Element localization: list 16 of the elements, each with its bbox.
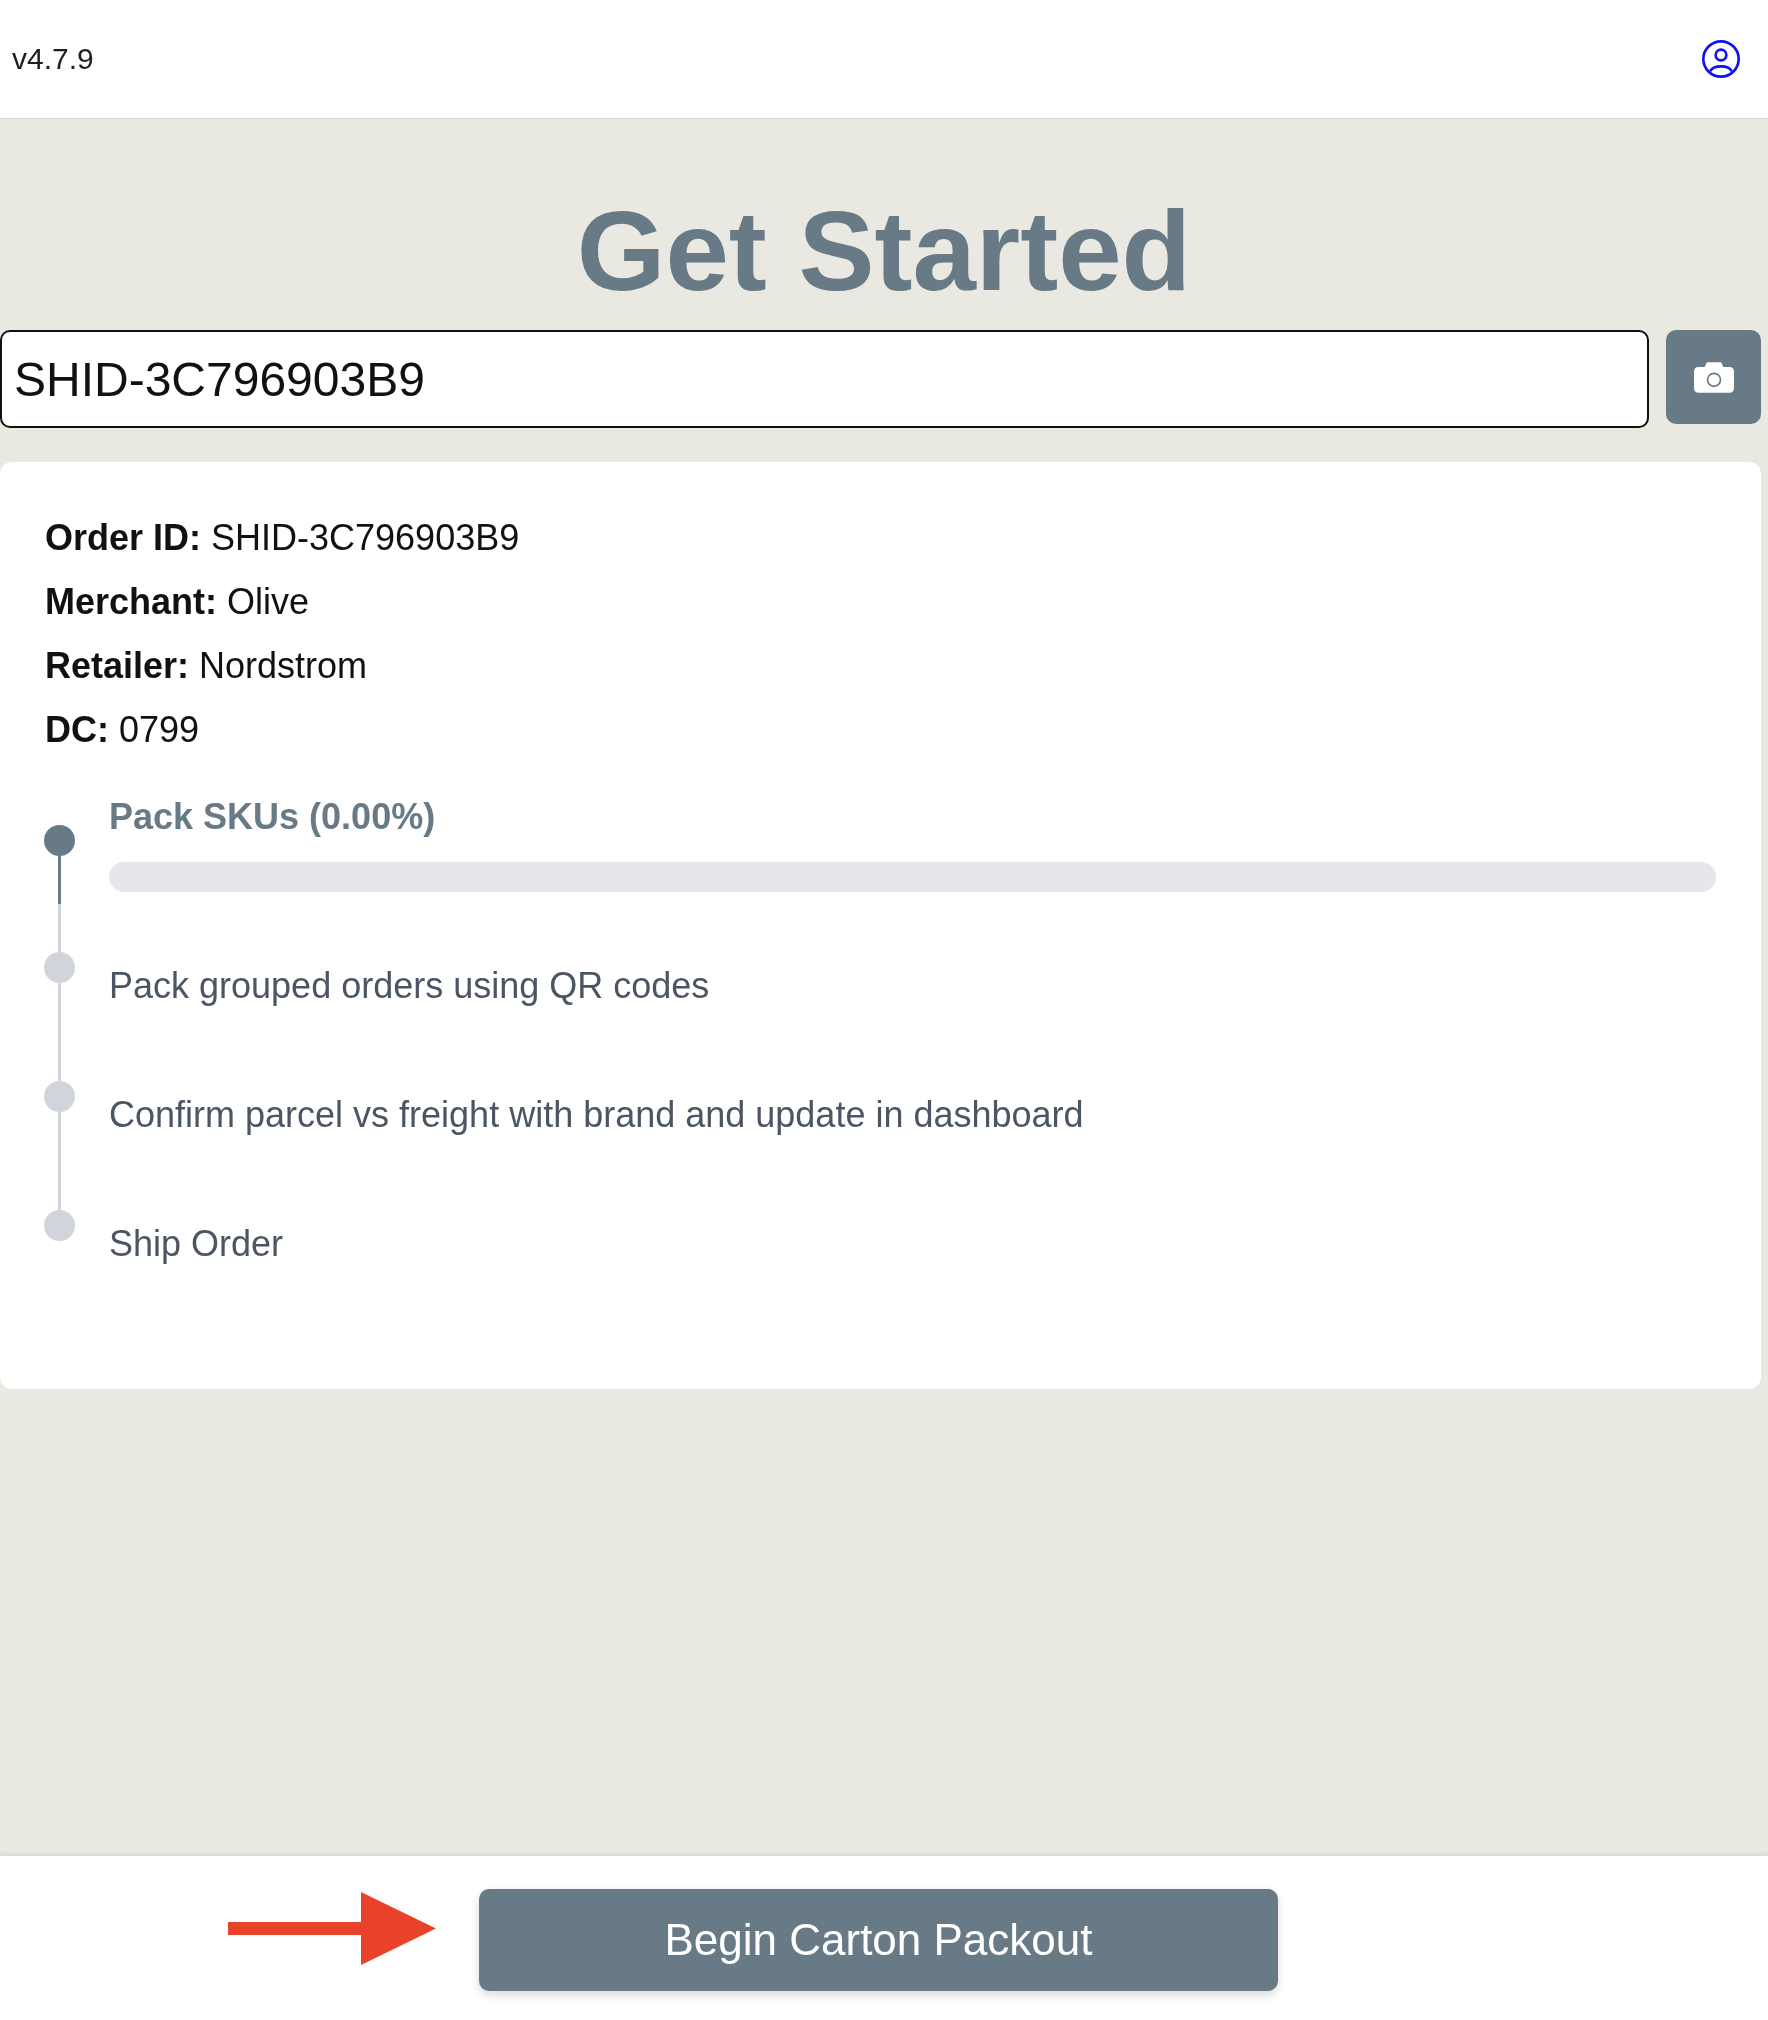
step-label: Confirm parcel vs freight with brand and update in dashboard [109, 1093, 1084, 1137]
order-detail-text: Order ID: SHID-3C796903B9 [45, 516, 520, 560]
camera-button[interactable] [1666, 330, 1761, 424]
order-id-input[interactable]: SHID-3C796903B9 [0, 330, 1649, 428]
camera-icon [1693, 361, 1734, 393]
order-detail-text: DC: 0799 [45, 708, 200, 752]
arrow-icon [228, 1892, 436, 1965]
step-label: Ship Order [109, 1222, 284, 1266]
begin-carton-packout-button[interactable]: Begin Carton Packout [479, 1889, 1278, 1991]
order-detail-text: Retailer: Nordstrom [45, 644, 368, 688]
user-account-icon[interactable] [1701, 39, 1741, 79]
order-detail-text: Merchant: Olive [45, 580, 310, 624]
version-text: v4.7.9 [12, 42, 94, 76]
step-label: Pack grouped orders using QR codes [109, 964, 710, 1008]
page-title: Get Started [576, 186, 1192, 316]
step-label: Pack SKUs (0.00%) [109, 795, 436, 839]
